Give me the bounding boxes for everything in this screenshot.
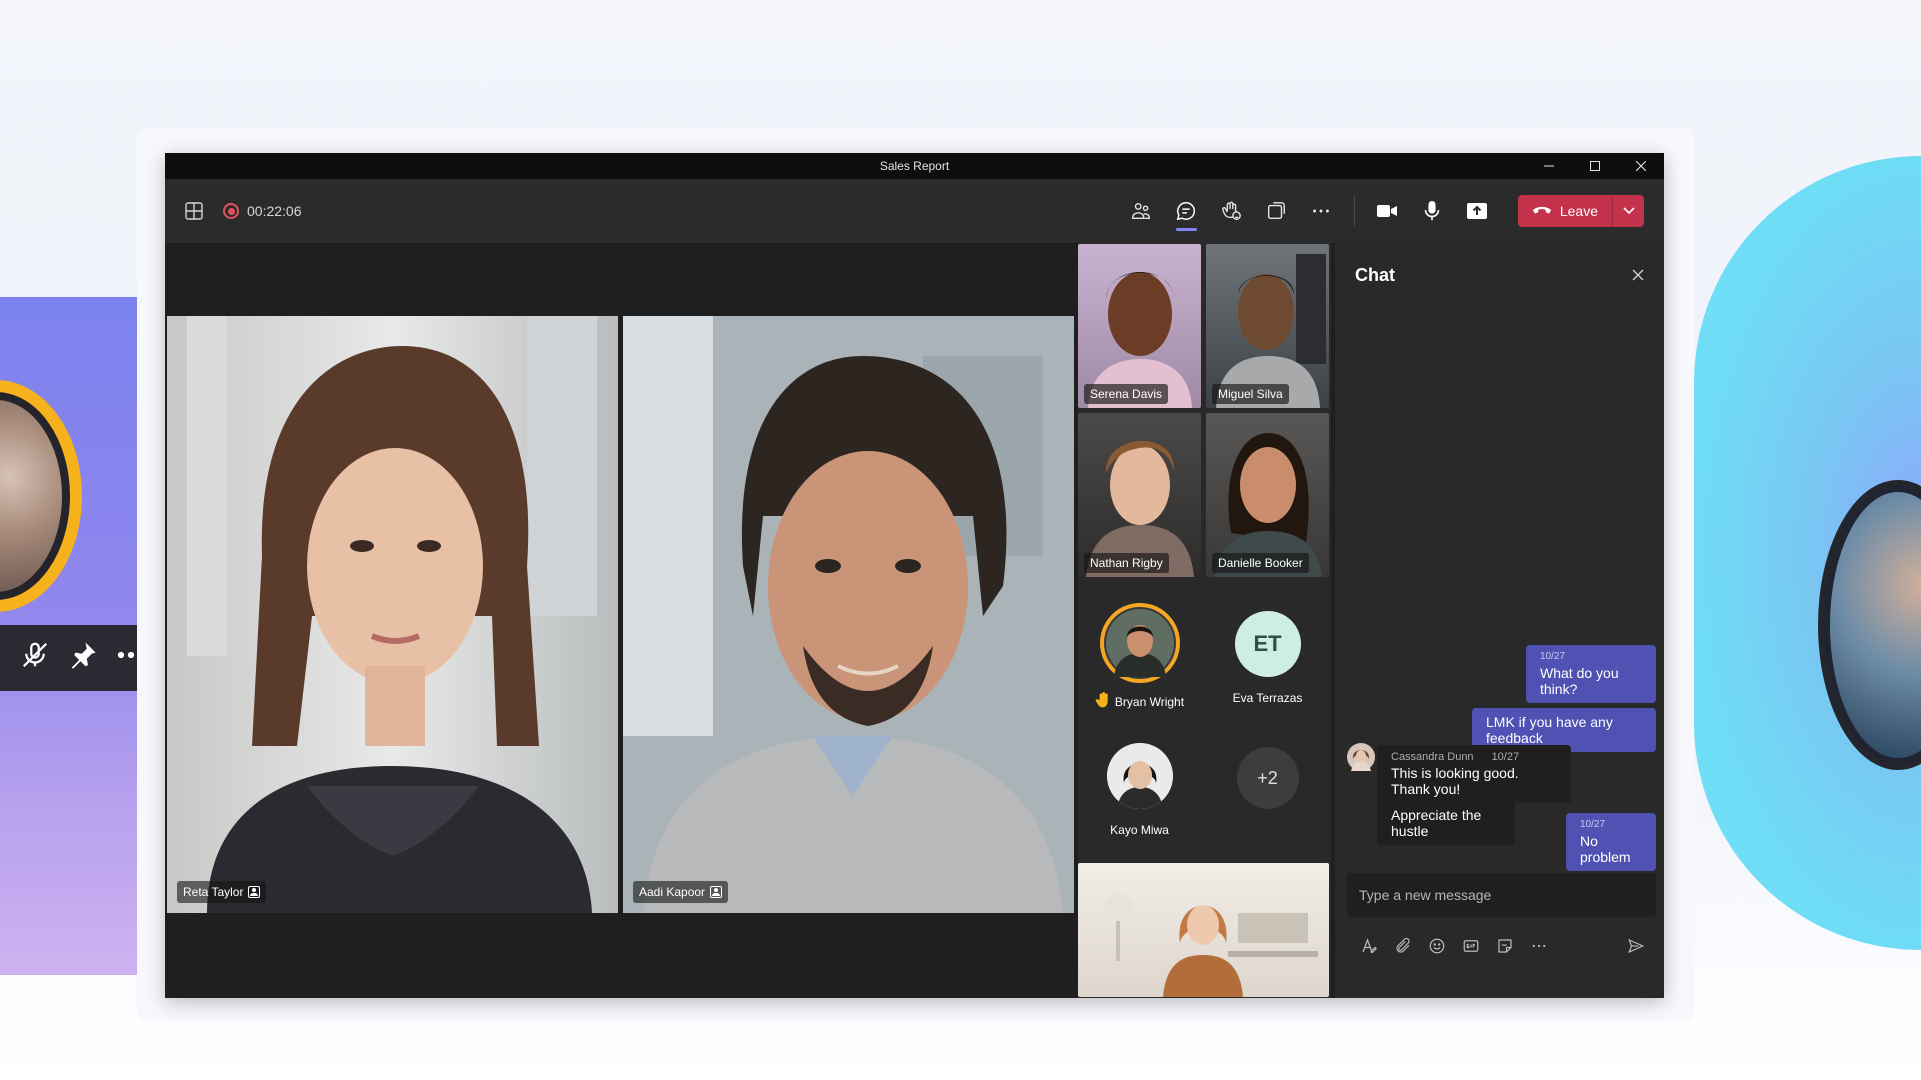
- video-tile-serena-davis[interactable]: Serena Davis: [1078, 244, 1201, 408]
- leave-button[interactable]: Leave: [1517, 195, 1612, 227]
- people-button[interactable]: [1119, 179, 1164, 243]
- gif-icon[interactable]: [1461, 936, 1481, 956]
- layout-grid-icon[interactable]: [183, 200, 205, 222]
- recording-icon: [223, 203, 239, 219]
- emoji-icon[interactable]: [1427, 936, 1447, 956]
- close-icon: [1632, 269, 1644, 281]
- avatar: [1106, 743, 1173, 809]
- avatar: [1099, 603, 1180, 683]
- participant-name: Kayo Miwa: [1110, 823, 1169, 837]
- overflow-participants[interactable]: +2: [1206, 747, 1329, 809]
- chat-message[interactable]: Appreciate the hustle: [1377, 801, 1515, 845]
- close-chat-button[interactable]: [1632, 265, 1644, 285]
- message-date: 10/27: [1540, 651, 1566, 662]
- chat-button[interactable]: [1164, 179, 1209, 243]
- meeting-timer: 00:22:06: [247, 203, 302, 219]
- message-input[interactable]: Type a new message: [1347, 873, 1656, 917]
- message-text: No problem: [1580, 833, 1631, 865]
- participant-video: [623, 316, 1074, 913]
- participant-name: Serena Davis: [1084, 384, 1169, 404]
- background-mic-off-icon: [20, 640, 50, 676]
- video-tile-miguel-silva[interactable]: Miguel Silva: [1206, 244, 1329, 408]
- avatar-initials: ET: [1234, 611, 1301, 677]
- main-stage: Reta Taylor Aadi Kapoor: [165, 243, 1074, 998]
- avatar-tile-eva-terrazas[interactable]: ET Eva Terrazas: [1206, 607, 1329, 705]
- chat-message[interactable]: Cassandra Dunn 10/27 This is looking goo…: [1377, 745, 1571, 803]
- rooms-button[interactable]: [1254, 179, 1299, 243]
- participant-name-tag: Reta Taylor: [177, 881, 267, 903]
- chat-sender-avatar: [1347, 743, 1375, 776]
- message-meta: Cassandra Dunn 10/27: [1391, 751, 1557, 763]
- window-controls: [1526, 153, 1664, 179]
- video-tile-presenter[interactable]: [1078, 863, 1329, 997]
- participant-gallery: Serena Davis Miguel Silva Nathan Rigby D…: [1078, 243, 1331, 998]
- sticker-icon[interactable]: [1495, 936, 1515, 956]
- participant-video: [167, 316, 618, 913]
- video-tile-danielle-booker[interactable]: Danielle Booker: [1206, 413, 1329, 577]
- message-text: This is looking good. Thank you!: [1391, 765, 1519, 797]
- participant-name: Nathan Rigby: [1084, 553, 1169, 573]
- window-title: Sales Report: [879, 159, 950, 173]
- camera-button[interactable]: [1365, 179, 1410, 243]
- leave-label: Leave: [1559, 203, 1598, 219]
- attach-icon[interactable]: [1393, 936, 1413, 956]
- video-tile-aadi-kapoor[interactable]: Aadi Kapoor: [623, 316, 1074, 913]
- meeting-window: Sales Report 00:22:06 Leave Reta Taylor …: [165, 153, 1664, 998]
- message-text: Appreciate the hustle: [1391, 807, 1482, 839]
- background-pin-icon: [68, 640, 98, 676]
- meeting-toolbar: 00:22:06 Leave: [165, 179, 1664, 243]
- recording-indicator: 00:22:06: [223, 203, 302, 219]
- person-icon: [710, 886, 723, 898]
- participant-name: Bryan Wright: [1114, 694, 1185, 709]
- participant-name: Miguel Silva: [1212, 384, 1289, 404]
- hang-up-icon: [1532, 206, 1552, 214]
- avatar-tile-kayo-miwa[interactable]: Kayo Miwa: [1078, 743, 1201, 837]
- chat-message[interactable]: 10/27 What do you think?: [1526, 645, 1656, 703]
- maximize-button[interactable]: [1572, 153, 1618, 179]
- more-actions-button[interactable]: [1299, 179, 1344, 243]
- message-text: What do you think?: [1540, 665, 1619, 697]
- participant-name: Reta Taylor: [183, 885, 244, 899]
- participant-video: [1104, 894, 1318, 997]
- send-icon[interactable]: [1626, 936, 1646, 956]
- toolbar-divider: [1353, 196, 1355, 226]
- message-text: LMK if you have any feedback: [1486, 714, 1613, 746]
- leave-options-button[interactable]: [1612, 195, 1644, 227]
- participant-name-tag: Aadi Kapoor: [633, 881, 729, 903]
- format-icon[interactable]: [1359, 936, 1379, 956]
- overflow-count: +2: [1236, 747, 1299, 809]
- message-date: 10/27: [1491, 751, 1520, 763]
- participant-name: Eva Terrazas: [1232, 691, 1303, 705]
- minimize-button[interactable]: [1526, 153, 1572, 179]
- more-options-icon[interactable]: [1529, 936, 1549, 956]
- avatar-tile-bryan-wright[interactable]: Bryan Wright: [1078, 603, 1201, 712]
- compose-toolbar: [1347, 931, 1656, 961]
- message-sender: Cassandra Dunn: [1391, 751, 1474, 763]
- share-screen-button[interactable]: [1455, 179, 1500, 243]
- raised-hand-icon: [1095, 691, 1111, 712]
- title-bar: Sales Report: [165, 153, 1664, 179]
- close-window-button[interactable]: [1618, 153, 1664, 179]
- person-icon: [248, 886, 261, 898]
- chevron-down-icon: [1622, 207, 1635, 215]
- participant-name: Danielle Booker: [1212, 553, 1309, 573]
- leave-button-group: Leave: [1517, 195, 1644, 227]
- chat-title: Chat: [1355, 265, 1395, 285]
- chat-message[interactable]: 10/27 No problem: [1566, 813, 1656, 871]
- video-tile-reta-taylor[interactable]: Reta Taylor: [167, 316, 618, 913]
- participant-name: Aadi Kapoor: [639, 885, 706, 899]
- message-date: 10/27: [1580, 819, 1606, 830]
- video-tile-nathan-rigby[interactable]: Nathan Rigby: [1078, 413, 1201, 577]
- avatar-name-row: Bryan Wright: [1095, 691, 1184, 712]
- chat-panel: Chat 10/27 What do you think? LMK if you…: [1331, 243, 1664, 998]
- reactions-button[interactable]: [1209, 179, 1254, 243]
- microphone-button[interactable]: [1410, 179, 1455, 243]
